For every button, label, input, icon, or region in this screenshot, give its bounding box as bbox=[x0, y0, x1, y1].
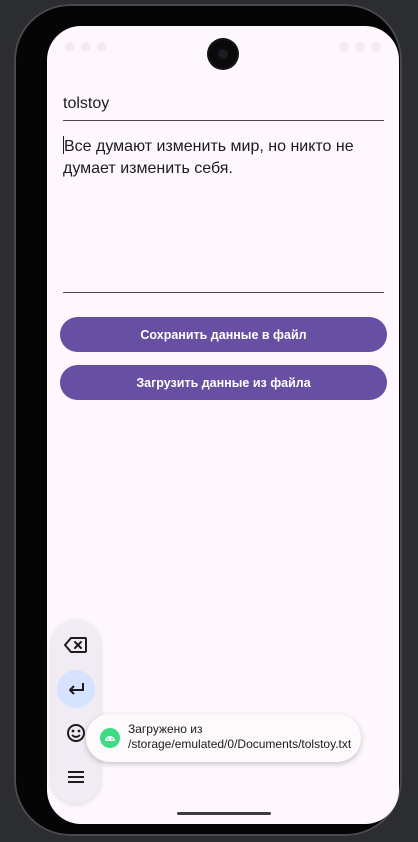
menu-icon[interactable] bbox=[57, 758, 95, 796]
content-textarea[interactable]: Все думают изменить мир, но никто не дум… bbox=[63, 134, 384, 293]
notification-icon bbox=[65, 42, 75, 52]
status-icons-right bbox=[339, 42, 381, 52]
load-from-file-button[interactable]: Загрузить данные из файла bbox=[60, 365, 387, 400]
backspace-icon[interactable] bbox=[57, 626, 95, 664]
filename-input[interactable]: tolstoy bbox=[63, 92, 384, 121]
signal-icon bbox=[355, 42, 365, 52]
notification-icon bbox=[81, 42, 91, 52]
enter-icon[interactable] bbox=[57, 670, 95, 708]
content-text: Все думают изменить мир, но никто не дум… bbox=[63, 138, 354, 177]
notification-icon bbox=[97, 42, 107, 52]
content-value: Все думают изменить мир, но никто не дум… bbox=[63, 136, 384, 180]
save-to-file-button[interactable]: Сохранить данные в файл bbox=[60, 317, 387, 352]
toast-message: Загружено из /storage/emulated/0/Documen… bbox=[128, 722, 352, 751]
android-icon bbox=[100, 728, 120, 748]
phone-frame: tolstoy Все думают изменить мир, но никт… bbox=[14, 4, 402, 836]
front-camera bbox=[209, 40, 237, 68]
battery-icon bbox=[371, 42, 381, 52]
app-screen: tolstoy Все думают изменить мир, но никт… bbox=[47, 26, 399, 824]
status-icons-left bbox=[65, 42, 107, 52]
navigation-handle[interactable] bbox=[177, 812, 271, 815]
keyboard-toolbar bbox=[51, 620, 101, 804]
filename-value: tolstoy bbox=[63, 95, 110, 112]
status-bar bbox=[47, 26, 399, 70]
wifi-icon bbox=[339, 42, 349, 52]
toast-notification: Загружено из /storage/emulated/0/Documen… bbox=[86, 714, 361, 762]
